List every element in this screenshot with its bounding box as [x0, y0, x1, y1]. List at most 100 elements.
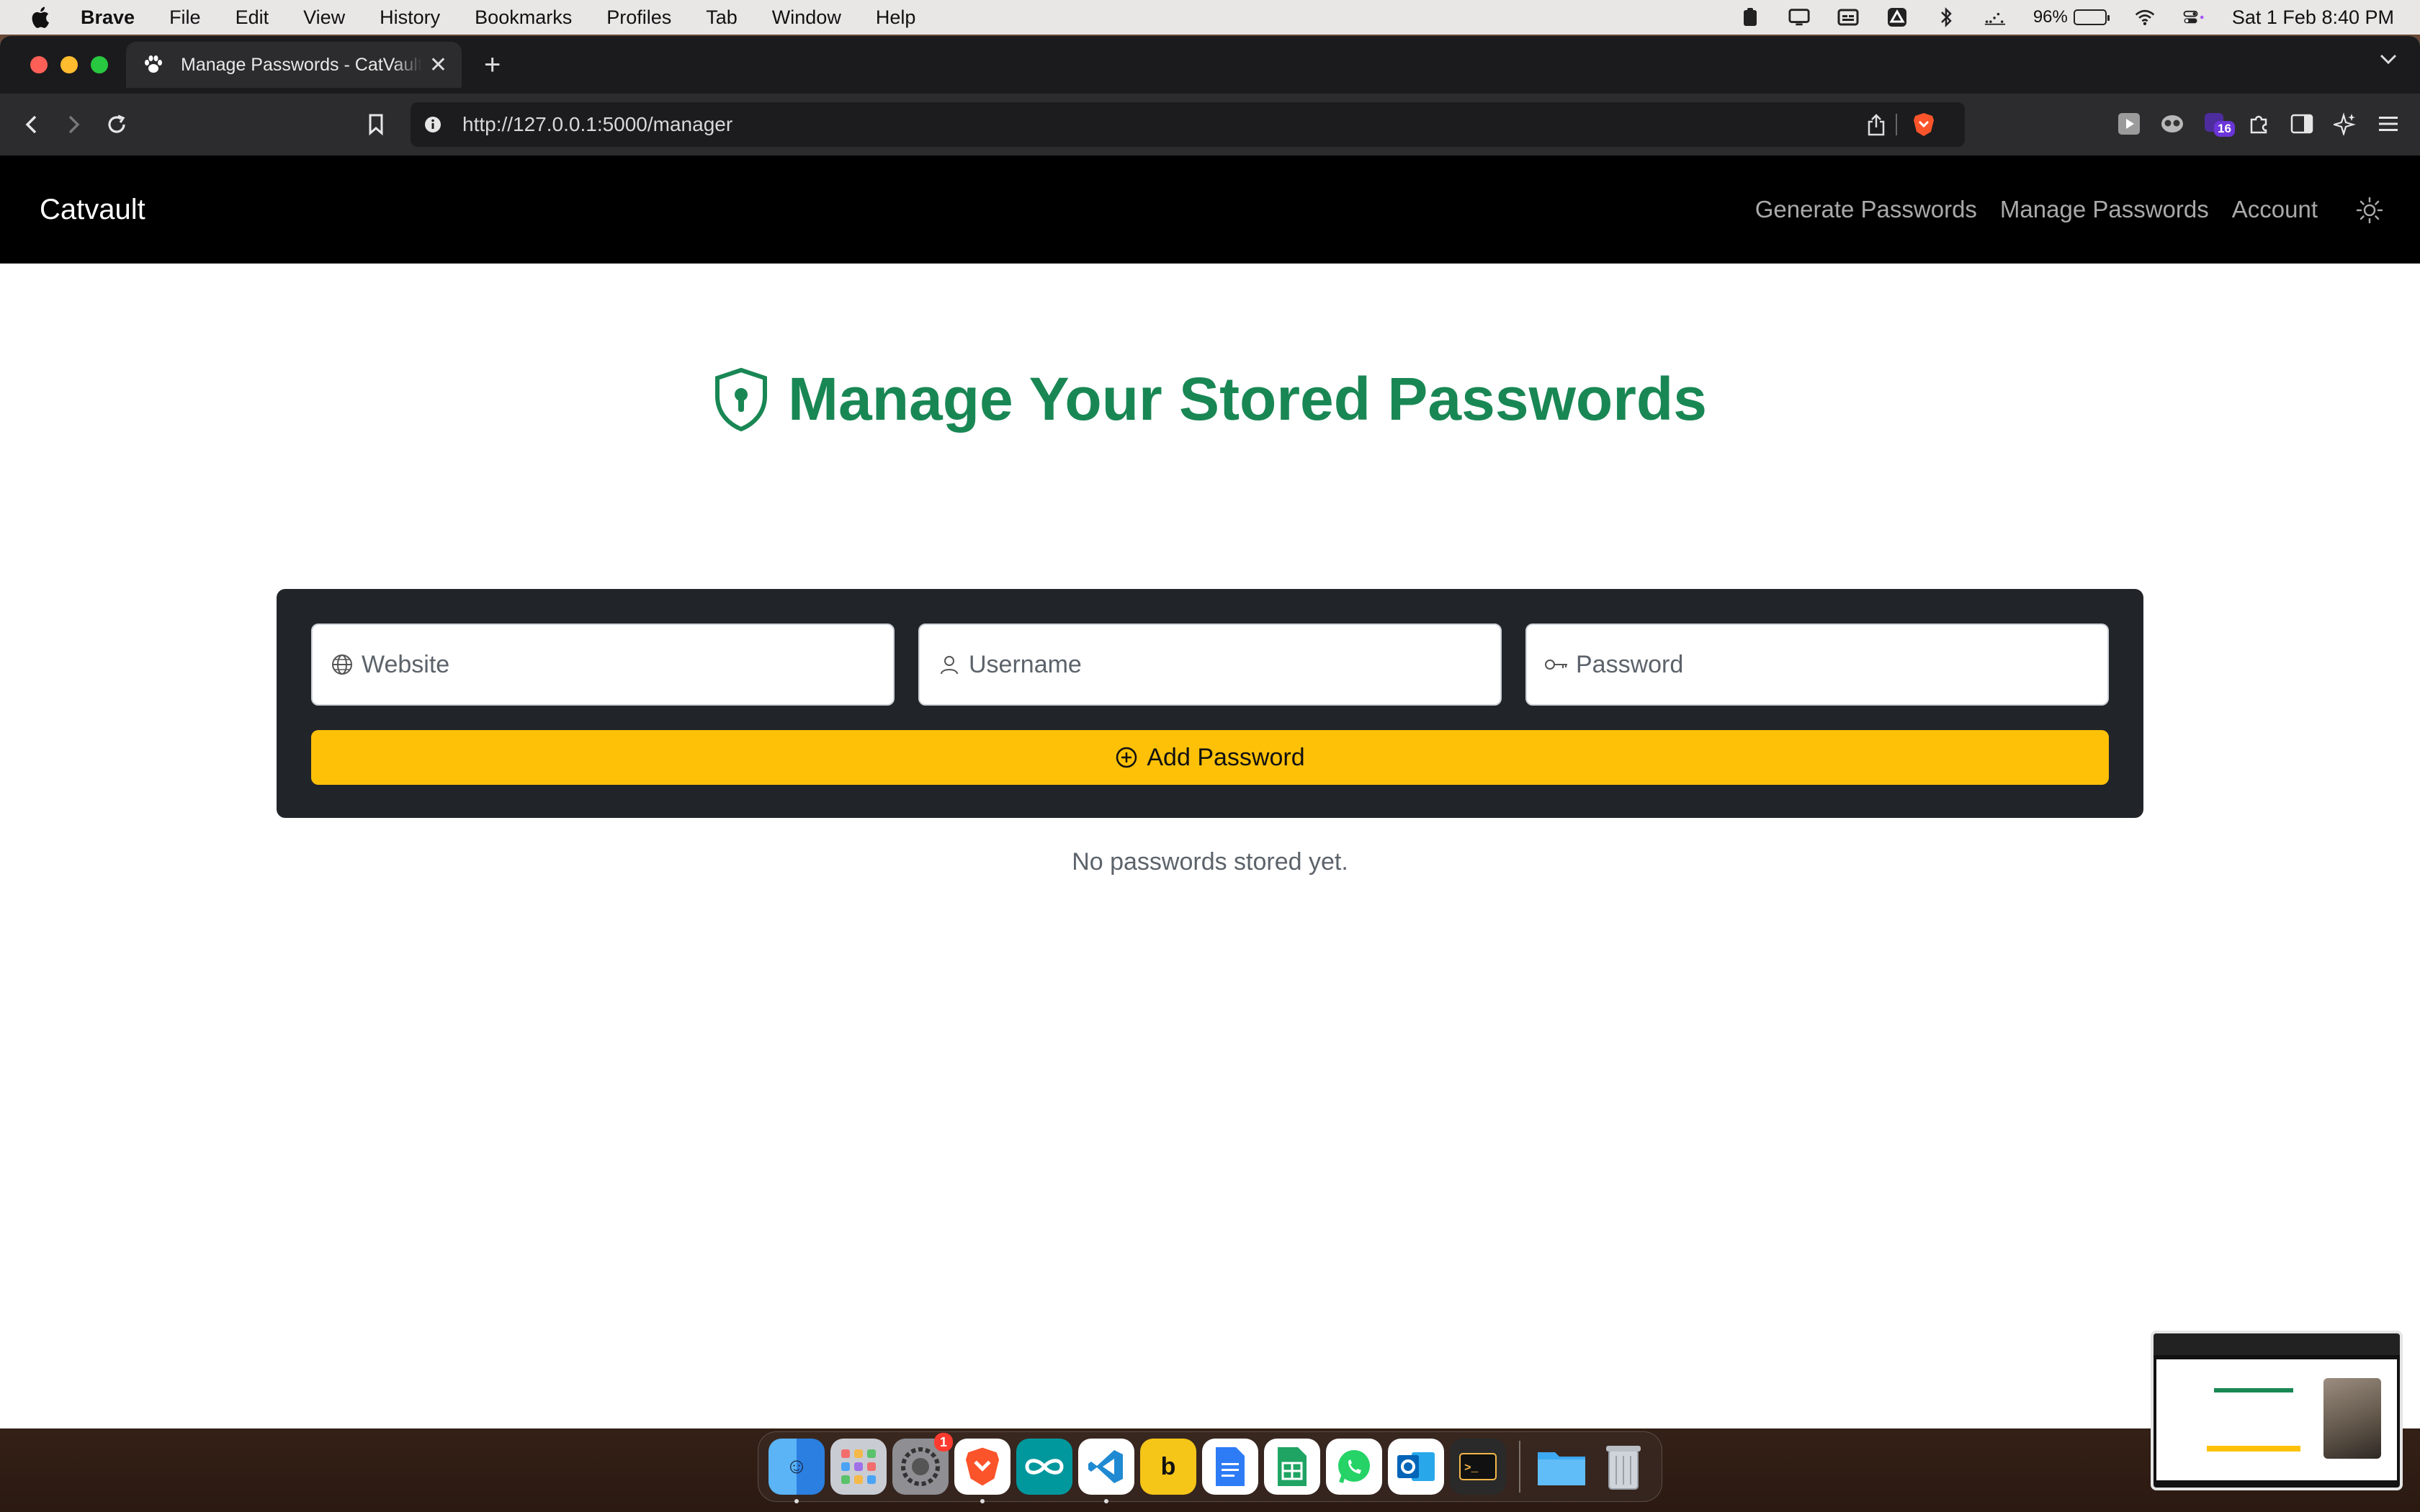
- macos-menubar: Brave File Edit View History Bookmarks P…: [0, 0, 2420, 35]
- google-sheets-icon[interactable]: [1264, 1439, 1320, 1495]
- forward-icon[interactable]: [60, 112, 86, 138]
- menubar-status-area: 96% Sat 1 Feb 8:40 PM: [1739, 0, 2394, 35]
- menu-edit[interactable]: Edit: [236, 6, 269, 29]
- extension-badge-icon[interactable]: 16: [2201, 109, 2235, 138]
- whatsapp-icon[interactable]: [1326, 1439, 1382, 1495]
- site-info-icon[interactable]: [424, 115, 442, 134]
- window-controls: [30, 56, 108, 73]
- privacy-extension-icon[interactable]: [2158, 109, 2187, 138]
- extension-badge-count: 16: [2214, 121, 2235, 137]
- wifi-icon[interactable]: [2134, 6, 2156, 28]
- shield-lock-icon: [715, 367, 768, 431]
- menu-help[interactable]: Help: [876, 6, 916, 29]
- drive-icon[interactable]: [1886, 6, 1908, 28]
- tab-title: Manage Passwords - CatVault: [181, 54, 422, 75]
- menu-window[interactable]: Window: [772, 6, 841, 29]
- brave-shields-icon[interactable]: [1912, 112, 1936, 143]
- nav-links: Generate Passwords Manage Passwords Acco…: [1755, 156, 2318, 264]
- battery-icon: [2073, 9, 2110, 25]
- add-password-form: Add Password: [277, 589, 2143, 818]
- control-center-icon[interactable]: [2183, 6, 2205, 28]
- thumbnail-button: [2207, 1446, 2300, 1452]
- brave-dock-icon[interactable]: [954, 1439, 1010, 1503]
- password-input[interactable]: [1574, 642, 2081, 687]
- extensions-puzzle-icon[interactable]: [2244, 109, 2273, 138]
- menu-profiles[interactable]: Profiles: [606, 6, 671, 29]
- outlook-icon[interactable]: [1388, 1439, 1444, 1495]
- chevron-down-icon[interactable]: [2378, 52, 2398, 70]
- password-field[interactable]: [1525, 624, 2109, 706]
- website-input[interactable]: [360, 642, 867, 687]
- leo-ai-icon[interactable]: [2331, 109, 2360, 138]
- sun-icon[interactable]: [2355, 196, 2384, 225]
- bookmark-icon[interactable]: [363, 112, 389, 138]
- google-docs-icon[interactable]: [1202, 1439, 1258, 1495]
- plus-circle-icon: [1116, 747, 1137, 768]
- terminal-icon[interactable]: >_: [1450, 1439, 1506, 1495]
- share-icon[interactable]: [1867, 114, 1886, 142]
- battery-percent: 96%: [2033, 7, 2068, 27]
- browser-toolbar: http://127.0.0.1:5000/manager 16: [0, 94, 2420, 156]
- activity-icon[interactable]: [1984, 6, 2006, 28]
- menu-file[interactable]: File: [169, 6, 201, 29]
- nav-generate-passwords[interactable]: Generate Passwords: [1755, 196, 1977, 223]
- tab-active[interactable]: Manage Passwords - CatVault ✕: [126, 42, 462, 88]
- menubar-clock[interactable]: Sat 1 Feb 8:40 PM: [2232, 6, 2394, 29]
- nav-account[interactable]: Account: [2232, 196, 2318, 223]
- running-indicator: [794, 1499, 799, 1503]
- username-input[interactable]: [967, 642, 1474, 687]
- video-extension-icon[interactable]: [2115, 109, 2143, 138]
- address-bar[interactable]: http://127.0.0.1:5000/manager: [411, 102, 1965, 147]
- running-indicator: [980, 1499, 985, 1503]
- browser-window: Manage Passwords - CatVault ✕ + http://1…: [0, 36, 2420, 1428]
- menu-app-name[interactable]: Brave: [81, 6, 135, 29]
- username-field[interactable]: [918, 624, 1502, 706]
- thumbnail-preview: [2156, 1359, 2397, 1480]
- brand-logo[interactable]: Catvault: [40, 194, 145, 226]
- thumbnail-toolbar: [2154, 1333, 2400, 1355]
- minimize-window-button[interactable]: [60, 56, 78, 73]
- clipboard-icon[interactable]: [1739, 6, 1761, 28]
- menu-bookmarks[interactable]: Bookmarks: [475, 6, 572, 29]
- svg-text:>_: >_: [1464, 1462, 1479, 1475]
- browser-menu-icon[interactable]: [2374, 109, 2403, 138]
- launchpad-icon[interactable]: [830, 1439, 887, 1495]
- page-heading: Manage Your Stored Passwords: [0, 364, 2420, 434]
- close-window-button[interactable]: [30, 56, 48, 73]
- menu-view[interactable]: View: [303, 6, 345, 29]
- vscode-icon[interactable]: [1078, 1439, 1134, 1503]
- folder-icon[interactable]: [1533, 1439, 1590, 1495]
- menu-tab[interactable]: Tab: [706, 6, 738, 29]
- bluetooth-icon[interactable]: [1935, 6, 1957, 28]
- battery-indicator[interactable]: 96%: [2033, 7, 2110, 27]
- thumbnail-heading: [2214, 1388, 2293, 1392]
- apple-icon[interactable]: [29, 5, 50, 30]
- web-page: Catvault Generate Passwords Manage Passw…: [0, 156, 2420, 1428]
- globe-icon: [330, 652, 354, 677]
- page-title: Manage Your Stored Passwords: [788, 365, 1707, 433]
- screenshot-thumbnail[interactable]: [2151, 1331, 2403, 1490]
- empty-state-message: No passwords stored yet.: [1072, 848, 1348, 876]
- sidebar-toggle-icon[interactable]: [2287, 109, 2316, 138]
- display-icon[interactable]: [1788, 6, 1810, 28]
- nav-manage-passwords[interactable]: Manage Passwords: [2000, 196, 2209, 223]
- zoom-window-button[interactable]: [91, 56, 108, 73]
- arduino-icon[interactable]: [1016, 1439, 1072, 1495]
- caption-icon[interactable]: [1837, 6, 1859, 28]
- close-tab-icon[interactable]: ✕: [429, 53, 447, 78]
- tab-strip: Manage Passwords - CatVault ✕ +: [0, 36, 2420, 94]
- add-password-button[interactable]: Add Password: [311, 730, 2109, 785]
- website-field[interactable]: [311, 624, 895, 706]
- thumbnail-cat-image: [2323, 1378, 2381, 1459]
- reload-icon[interactable]: [104, 112, 130, 138]
- bing-icon[interactable]: b: [1140, 1439, 1196, 1495]
- system-settings-icon[interactable]: 1: [892, 1433, 953, 1495]
- trash-icon[interactable]: [1595, 1439, 1652, 1495]
- paw-icon: [145, 55, 162, 73]
- back-icon[interactable]: [19, 112, 45, 138]
- running-indicator: [1104, 1499, 1108, 1503]
- finder-icon[interactable]: ☺: [768, 1439, 825, 1503]
- menu-history[interactable]: History: [380, 6, 440, 29]
- url-text: http://127.0.0.1:5000/manager: [462, 113, 733, 135]
- new-tab-button[interactable]: +: [484, 49, 501, 81]
